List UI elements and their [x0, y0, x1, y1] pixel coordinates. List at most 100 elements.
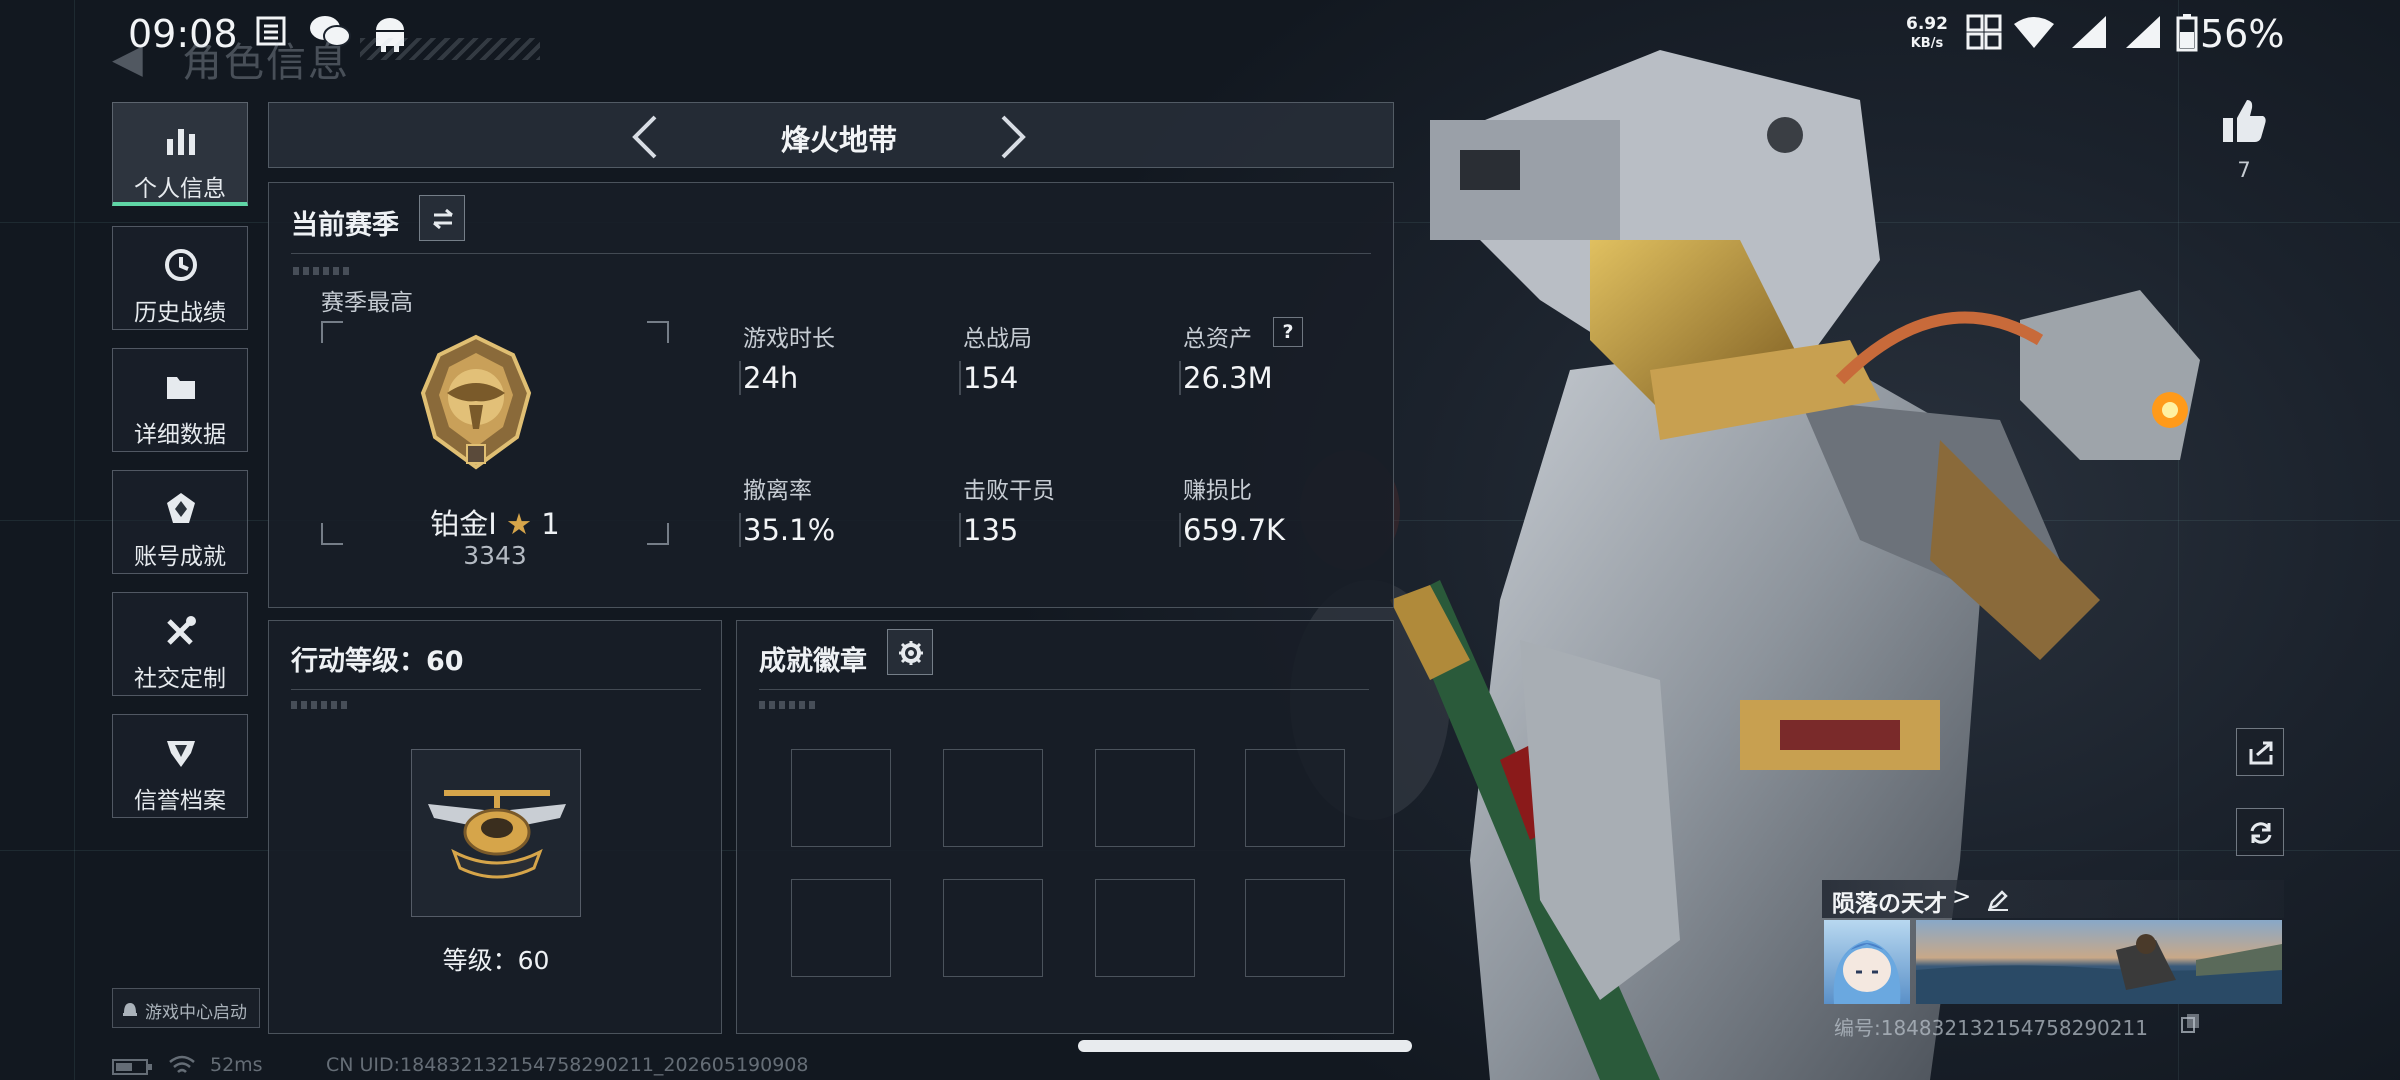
sidebar-item-label: 社交定制	[134, 666, 226, 692]
switch-season-button[interactable]	[419, 195, 465, 241]
like-count: 7	[2237, 158, 2251, 182]
battery-indicator-icon	[112, 1059, 152, 1075]
bell-icon	[123, 1003, 137, 1016]
page-title: 角色信息	[182, 40, 350, 86]
header-decoration	[360, 38, 540, 60]
frame-corner	[647, 321, 669, 343]
sidebar-item-label: 信誉档案	[134, 788, 226, 814]
share-icon	[2249, 741, 2273, 765]
signal-icon	[2124, 14, 2162, 54]
badge-slot[interactable]	[791, 879, 891, 977]
stat-label-extraction-rate: 撤离率	[743, 478, 812, 504]
game-center-button[interactable]: 游戏中心启动	[112, 988, 260, 1028]
net-speed-value: 6.92	[1906, 14, 1948, 34]
game-center-label: 游戏中心启动	[145, 1003, 247, 1023]
chevron-left-icon[interactable]	[629, 113, 659, 161]
battery-percent: 56%	[2200, 12, 2285, 56]
badge-settings-button[interactable]	[887, 629, 933, 675]
edit-icon[interactable]	[1986, 888, 2010, 912]
divider	[291, 689, 701, 690]
stat-value-matches: 154	[963, 361, 1019, 395]
decoration	[291, 701, 351, 709]
sidebar-item-achievements[interactable]: 账号成就	[112, 470, 248, 574]
player-name: 陨落の天才	[1832, 891, 1947, 917]
mode-selector: 烽火地带	[268, 102, 1394, 168]
tools-icon	[167, 616, 196, 645]
stat-value-kills: 135	[963, 513, 1019, 547]
helicopter-emblem-icon	[428, 790, 566, 879]
net-speed: 6.92 KB/s	[1906, 14, 1948, 54]
sidebar-item-social[interactable]: 社交定制	[112, 592, 248, 696]
decoration	[759, 701, 819, 709]
divider	[291, 253, 1371, 254]
player-avatar[interactable]	[1824, 920, 1910, 1004]
stat-divider	[1179, 513, 1181, 547]
rank-name: 铂金I	[430, 507, 497, 541]
refresh-button[interactable]	[2236, 808, 2284, 856]
player-name-bar[interactable]: 陨落の天才 >	[1822, 880, 2284, 918]
home-indicator[interactable]	[1078, 1040, 1412, 1052]
player-name-arrow: >	[1952, 884, 1972, 910]
sidebar-item-label: 详细数据	[134, 422, 226, 448]
chevron-right-icon[interactable]	[999, 113, 1029, 161]
rank-stars: 1	[541, 507, 560, 541]
action-level-panel: 行动等级：60 等级：60	[268, 620, 722, 1034]
sidebar-item-history[interactable]: 历史战绩	[112, 226, 248, 330]
assets-help-button[interactable]: ?	[1273, 317, 1303, 347]
badge-slot[interactable]	[1245, 749, 1345, 847]
badge-slot[interactable]	[1095, 749, 1195, 847]
thumbs-up-icon	[2223, 100, 2266, 142]
like-button[interactable]: 7	[2216, 96, 2272, 192]
signal-icon	[2070, 14, 2108, 54]
stat-value-profit-ratio: 659.7K	[1183, 513, 1286, 547]
swap-icon	[433, 208, 453, 230]
banner-image	[1916, 934, 2282, 1004]
folder-icon	[167, 377, 195, 399]
grid-line	[74, 0, 75, 1080]
battery-icon	[2176, 14, 2198, 54]
bar-chart-icon	[167, 129, 195, 155]
badge-slot[interactable]	[1095, 879, 1195, 977]
sidebar-item-label: 个人信息	[134, 176, 226, 202]
badge-slot[interactable]	[1245, 879, 1345, 977]
rank-emblem-icon	[420, 334, 532, 470]
stat-divider	[959, 513, 961, 547]
star-icon: ★	[506, 507, 533, 541]
stat-label-matches: 总战局	[963, 326, 1032, 352]
season-best-label: 赛季最高	[321, 290, 413, 316]
action-level-title: 行动等级：60	[291, 646, 464, 677]
sidebar-item-details[interactable]: 详细数据	[112, 348, 248, 452]
stat-divider	[739, 513, 741, 547]
badges-panel: 成就徽章	[736, 620, 1394, 1034]
back-icon[interactable]: ◀	[112, 36, 143, 82]
wifi-small-icon	[169, 1055, 195, 1073]
badge-slot[interactable]	[943, 879, 1043, 977]
stat-divider	[959, 361, 961, 395]
decoration	[293, 267, 353, 275]
sidebar-item-reputation[interactable]: 信誉档案	[112, 714, 248, 818]
season-title: 当前赛季	[291, 210, 399, 241]
rank-display: 铂金I ★ 1	[321, 501, 669, 543]
share-button[interactable]	[2236, 728, 2284, 776]
season-panel: 当前赛季 赛季最高 铂金I ★ 1 3343 游戏时长 24h 总战局 154 …	[268, 182, 1394, 608]
copy-icon[interactable]	[2180, 1012, 2202, 1034]
sidebar-item-label: 账号成就	[134, 544, 226, 570]
stat-value-playtime: 24h	[743, 361, 799, 395]
stat-label-assets: 总资产	[1183, 326, 1252, 352]
hd-icon	[1966, 14, 2002, 54]
stat-divider	[739, 361, 741, 395]
history-icon	[165, 249, 197, 281]
sidebar-item-personal-info[interactable]: 个人信息	[112, 102, 248, 206]
wifi-icon	[2012, 14, 2056, 54]
badge-slot[interactable]	[943, 749, 1043, 847]
badge-slot[interactable]	[791, 749, 891, 847]
mode-title: 烽火地带	[780, 123, 897, 157]
avatar-image	[1833, 940, 1901, 1004]
gear-icon	[899, 641, 923, 665]
stat-value-extraction-rate: 35.1%	[743, 513, 836, 547]
sidebar-item-label: 历史战绩	[134, 300, 226, 326]
player-id: 编号:184832132154758290211	[1834, 1016, 2148, 1040]
achievement-icon	[167, 493, 195, 523]
profile-banner[interactable]	[1916, 920, 2282, 1004]
stat-value-assets: 26.3M	[1183, 361, 1273, 395]
